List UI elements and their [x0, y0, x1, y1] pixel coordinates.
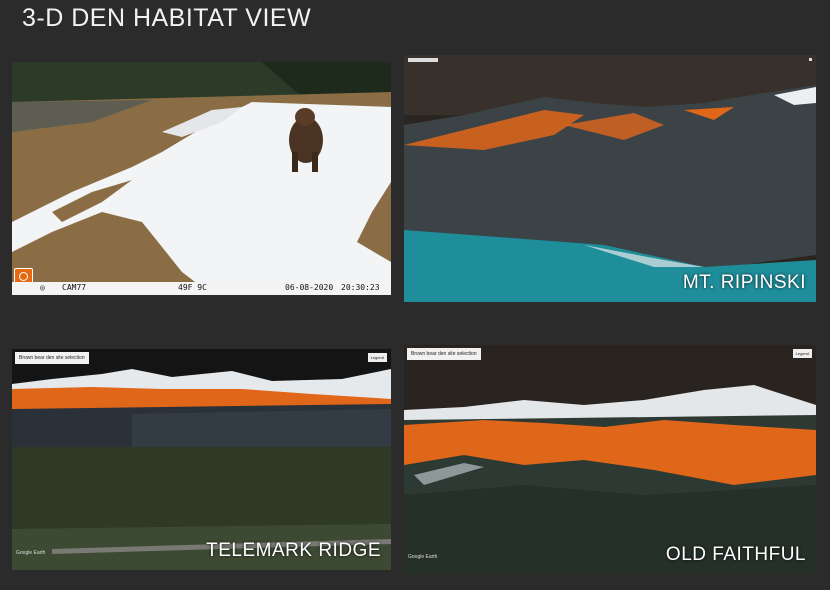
camera-date: 06-08-2020: [285, 283, 334, 292]
camera-time: 20:30:23: [341, 283, 380, 292]
habitat-tag: Brown bear den site selection: [15, 352, 89, 364]
trail-camera-scene: [12, 62, 391, 295]
camera-id: CAM77: [62, 283, 87, 292]
old-faithful-terrain: [404, 345, 816, 574]
telemark-view: Brown bear den site selection Legend Goo…: [12, 349, 391, 570]
page-title: 3-D DEN HABITAT VIEW: [22, 4, 312, 32]
ripinski-terrain: [404, 55, 816, 302]
google-earth-attribution: Google Earth: [16, 550, 46, 556]
map-corner-marker: [809, 58, 812, 61]
habitat-tag: Brown bear den site selection: [407, 348, 481, 360]
google-earth-attribution: Google Earth: [408, 554, 438, 560]
legend-button[interactable]: Legend: [367, 353, 387, 362]
camera-info-bar: ◎ CAM77 49F 9C 06-08-2020 20:30:23: [12, 282, 391, 295]
telemark-label: TELEMARK RIDGE: [206, 540, 381, 561]
ripinski-view: MT. RIPINSKI: [404, 55, 816, 302]
camera-temperature: 49F 9C: [178, 283, 207, 292]
map-tag-small: [408, 58, 438, 62]
legend-button[interactable]: Legend: [792, 349, 812, 358]
trail-camera-image: ◎ CAM77 49F 9C 06-08-2020 20:30:23: [12, 62, 391, 295]
old-faithful-view: Brown bear den site selection Legend Goo…: [404, 345, 816, 574]
ripinski-label: MT. RIPINSKI: [682, 272, 806, 293]
old-faithful-label: OLD FAITHFUL: [665, 544, 806, 565]
telemark-terrain: [12, 349, 391, 570]
moon-icon: ◎: [40, 283, 45, 292]
